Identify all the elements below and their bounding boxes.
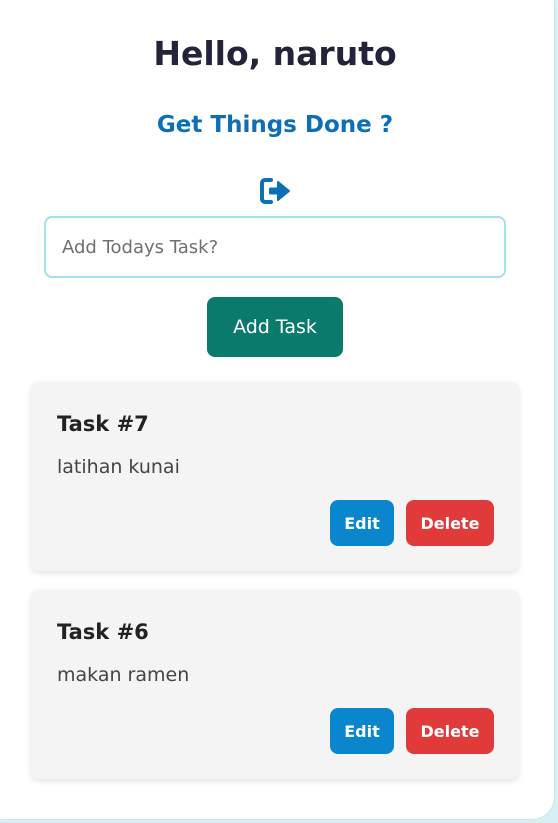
- greeting-title: Hello, naruto: [153, 34, 397, 73]
- task-card: Task #7 latihan kunai Edit Delete: [31, 382, 519, 571]
- task-list: Task #7 latihan kunai Edit Delete Task #…: [31, 382, 519, 798]
- task-title: Task #7: [57, 412, 149, 436]
- delete-button[interactable]: Delete: [406, 500, 494, 546]
- subtitle: Get Things Done ?: [156, 112, 394, 138]
- task-description: makan ramen: [57, 664, 190, 686]
- task-title: Task #6: [57, 620, 149, 644]
- task-card: Task #6 makan ramen Edit Delete: [31, 590, 519, 779]
- edit-button[interactable]: Edit: [330, 500, 394, 546]
- sign-out-icon[interactable]: [258, 174, 294, 208]
- delete-button[interactable]: Delete: [406, 708, 494, 754]
- task-description: latihan kunai: [57, 456, 180, 478]
- app-container: Hello, naruto Get Things Done ? Add Task…: [0, 0, 554, 819]
- task-input[interactable]: [44, 216, 506, 278]
- add-task-button[interactable]: Add Task: [207, 297, 343, 357]
- edit-button[interactable]: Edit: [330, 708, 394, 754]
